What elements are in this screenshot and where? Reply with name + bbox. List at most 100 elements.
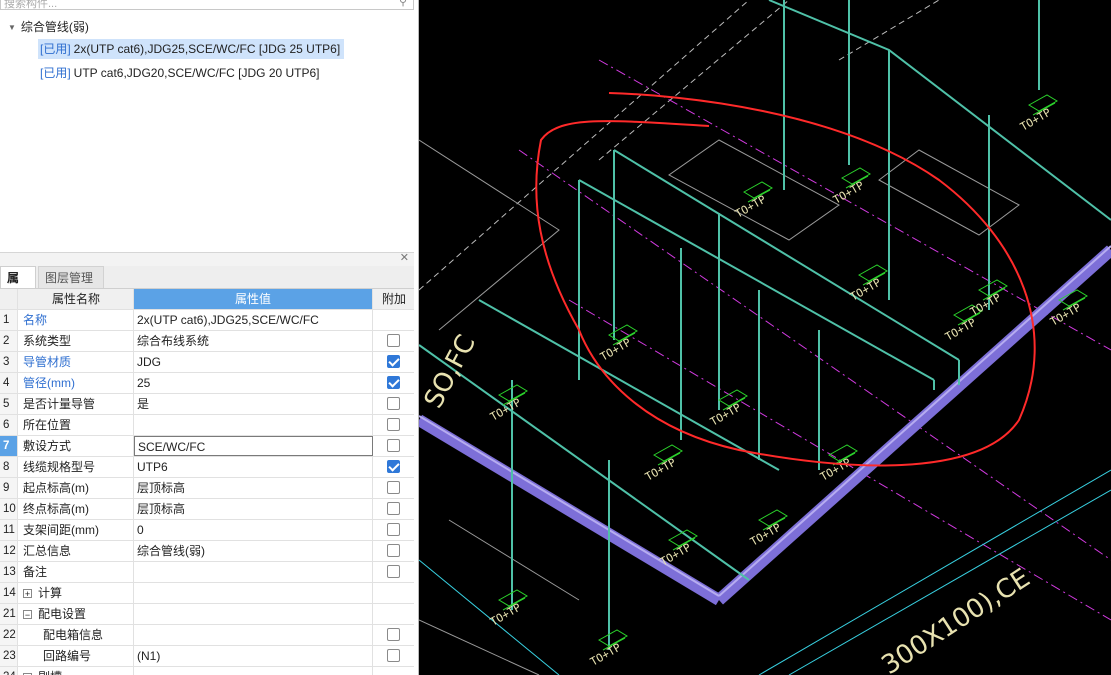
cad-drawing-canvas[interactable]: TO+TP TO+TP TO+TP TO+TP TO+TP TO+TP TO+TP TO+TP… [419, 0, 1111, 675]
extra-checkbox[interactable] [387, 397, 400, 410]
component-tree: ▼ 综合管线(弱) [已用] 2x(UTP cat6),JDG25,SCE/WC/F… [0, 12, 414, 248]
property-name: 系统类型 [19, 331, 134, 351]
tab-layer-management[interactable]: 图层管理 [38, 266, 104, 288]
property-value[interactable]: 层顶标高 [134, 478, 373, 498]
conduit-run [478, 299, 780, 471]
row-number: 6 [0, 415, 18, 435]
property-value[interactable]: 是 [134, 394, 373, 414]
property-value[interactable]: 综合管线(弱) [134, 541, 373, 561]
property-label: 管径(mm) [23, 376, 75, 390]
property-label: 配电箱信息 [43, 628, 104, 642]
table-row[interactable]: 11 支架间距(mm) 0 [0, 520, 414, 541]
extra-cell [374, 604, 414, 624]
extra-cell [374, 583, 414, 603]
extra-checkbox[interactable] [387, 481, 400, 494]
row-number: 14 [0, 583, 18, 603]
property-value[interactable]: 2x(UTP cat6),JDG25,SCE/WC/FC [134, 310, 373, 330]
table-row[interactable]: 10 终点标高(m) 层顶标高 [0, 499, 414, 520]
table-row[interactable]: 5 是否计量导管 是 [0, 394, 414, 415]
conduit-annotation: SO,FC [419, 330, 482, 413]
table-row[interactable]: 6 所在位置 [0, 415, 414, 436]
outlet-label: TO+TP [658, 541, 694, 569]
table-row[interactable]: 2 系统类型 综合布线系统 [0, 331, 414, 352]
extra-cell [374, 415, 414, 435]
search-box[interactable]: 搜索构件... ⚲ [0, 0, 414, 10]
extra-cell [374, 436, 414, 456]
table-row[interactable]: 7 敷设方式 SCE/WC/FC [0, 436, 414, 457]
property-value[interactable]: SCE/WC/FC [134, 436, 373, 456]
outlet-label: TO+TP [831, 179, 867, 207]
extra-checkbox[interactable] [387, 502, 400, 515]
outlet-label: TO+TP [488, 601, 524, 629]
table-row[interactable]: 4 管径(mm) 25 [0, 373, 414, 394]
property-value[interactable] [134, 415, 373, 435]
column-header-name: 属性名称 [19, 289, 134, 309]
tree-item-jdg25[interactable]: [已用] 2x(UTP cat6),JDG25,SCE/WC/FC [JDG 25… [38, 39, 345, 59]
property-value[interactable]: UTP6 [134, 457, 373, 477]
extra-checkbox[interactable] [387, 439, 400, 452]
tree-group-weak-current[interactable]: ▼ 综合管线(弱) [8, 18, 89, 36]
row-number: 21 [0, 604, 18, 624]
tab-properties[interactable]: 属性 [0, 266, 36, 307]
table-row[interactable]: 21− 配电设置 [0, 604, 414, 625]
extra-checkbox[interactable] [387, 418, 400, 431]
outlet-label: TO+TP [708, 401, 744, 429]
expand-icon[interactable]: + [23, 589, 32, 599]
property-value[interactable] [134, 625, 373, 645]
property-value[interactable]: 综合布线系统 [134, 331, 373, 351]
table-row[interactable]: 3 导管材质 JDG [0, 352, 414, 373]
table-row[interactable]: 14 + 计算 [0, 583, 414, 604]
collapse-icon[interactable]: − [23, 610, 32, 620]
conduit-run [419, 344, 750, 581]
extra-checkbox[interactable] [387, 628, 400, 641]
outlet-label: TO+TP [588, 641, 624, 669]
close-icon[interactable]: ✕ [400, 251, 409, 264]
property-value[interactable]: JDG [134, 352, 373, 372]
extra-checkbox[interactable] [387, 376, 400, 389]
left-panel: 搜索构件... ⚲ ▼ 综合管线(弱) [已用] 2x(UTP cat6),JDG2… [0, 0, 419, 675]
table-row[interactable]: 1 名称 2x(UTP cat6),JDG25,SCE/WC/FC [0, 310, 414, 331]
tree-item-jdg20[interactable]: [已用] UTP cat6,JDG20,SCE/WC/FC [JDG 20 UTP… [38, 63, 324, 83]
property-value[interactable]: 层顶标高 [134, 499, 373, 519]
extra-checkbox[interactable] [387, 649, 400, 662]
cad-drawing[interactable]: TO+TPTO+TPTO+TPTO+TPTO+TPTO+TPTO+TP TO+TP… [419, 0, 1111, 675]
property-name: 导管材质 [19, 352, 134, 372]
properties-panel-header: ✕ [0, 252, 414, 267]
extra-checkbox[interactable] [387, 544, 400, 557]
tray-size-annotation: 300X100),CE [876, 563, 1035, 675]
property-label: 名称 [23, 313, 48, 327]
tray-highlight [419, 415, 720, 597]
table-row[interactable]: 13 备注 [0, 562, 414, 583]
property-value[interactable] [134, 562, 373, 582]
property-value[interactable]: 0 [134, 520, 373, 540]
property-value[interactable] [134, 667, 373, 675]
table-row[interactable]: 12 汇总信息 综合管线(弱) [0, 541, 414, 562]
table-row[interactable]: 22 配电箱信息 [0, 625, 414, 646]
extra-checkbox[interactable] [387, 523, 400, 536]
extra-checkbox[interactable] [387, 355, 400, 368]
table-row[interactable]: 24+剔槽 [0, 667, 414, 675]
search-input[interactable]: 搜索构件... [4, 0, 57, 11]
property-value[interactable] [134, 583, 373, 603]
row-number: 12 [0, 541, 18, 561]
property-name: 名称 [19, 310, 134, 330]
property-value[interactable]: 25 [134, 373, 373, 393]
table-row[interactable]: 9 起点标高(m) 层顶标高 [0, 478, 414, 499]
extra-checkbox[interactable] [387, 460, 400, 473]
row-number: 9 [0, 478, 18, 498]
table-row[interactable]: 23 回路编号 (N1) [0, 646, 414, 667]
magenta-axis-line [598, 59, 1111, 351]
property-value[interactable] [134, 604, 373, 624]
table-row[interactable]: 8 线缆规格型号 UTP6 [0, 457, 414, 478]
row-number: 8 [0, 457, 18, 477]
outlet-label: TO+TP [733, 193, 769, 221]
search-icon[interactable]: ⚲ [399, 0, 407, 8]
extra-cell [374, 499, 414, 519]
socket-group [498, 94, 1088, 651]
row-number: 4 [0, 373, 18, 393]
collapse-triangle-icon[interactable]: ▼ [8, 19, 16, 37]
extra-checkbox[interactable] [387, 334, 400, 347]
property-label: 计算 [38, 586, 63, 600]
extra-checkbox[interactable] [387, 565, 400, 578]
property-value[interactable]: (N1) [134, 646, 373, 666]
